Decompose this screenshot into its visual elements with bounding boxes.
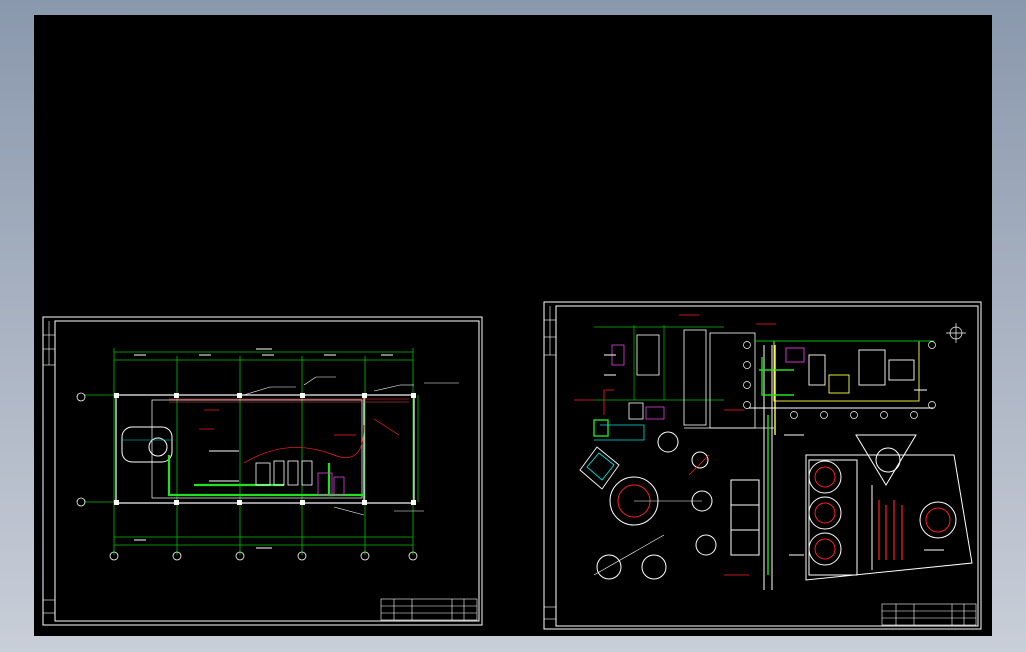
sheet-1-building-outline xyxy=(115,394,415,504)
cad-drawing-viewport[interactable] xyxy=(34,15,992,636)
sheet-2-circular-tanks xyxy=(593,431,717,580)
sheet-1-wall-hatch xyxy=(169,398,409,403)
sheet-1-title-block xyxy=(380,598,478,621)
sheet-1-storage-tank xyxy=(121,426,173,463)
sheet-1-pump-units xyxy=(255,460,345,496)
sheet-1-dimensions xyxy=(84,348,419,555)
north-arrow-icon xyxy=(946,323,966,343)
sheet-1-pipe-routing xyxy=(167,455,364,497)
sheet-2-revision-strip xyxy=(544,306,556,620)
sheet-1-columns xyxy=(114,393,416,505)
sheet-1-piping-plan[interactable] xyxy=(42,316,483,626)
sheet-1-grid-bubbles xyxy=(76,392,418,561)
sheet-2-title-block xyxy=(881,603,977,626)
sheet-2-annotations xyxy=(574,314,776,576)
sheet-2-equipment-layout[interactable] xyxy=(543,301,982,630)
sheet-2-upper-right-room xyxy=(749,340,934,409)
sheet-2-rotated-skid xyxy=(579,446,620,490)
drawing-canvas xyxy=(42,301,982,630)
sheet-2-upper-left-equipment xyxy=(593,329,774,441)
sheet-1-revision-strip xyxy=(43,321,55,614)
sheet-1-dimension-text xyxy=(134,348,393,549)
sheet-1-annotations xyxy=(199,409,400,464)
sheet-2-tank-farm xyxy=(805,434,973,581)
sheet-2-central-corridor xyxy=(730,345,773,590)
sheet-2-valve-racks xyxy=(878,500,903,560)
